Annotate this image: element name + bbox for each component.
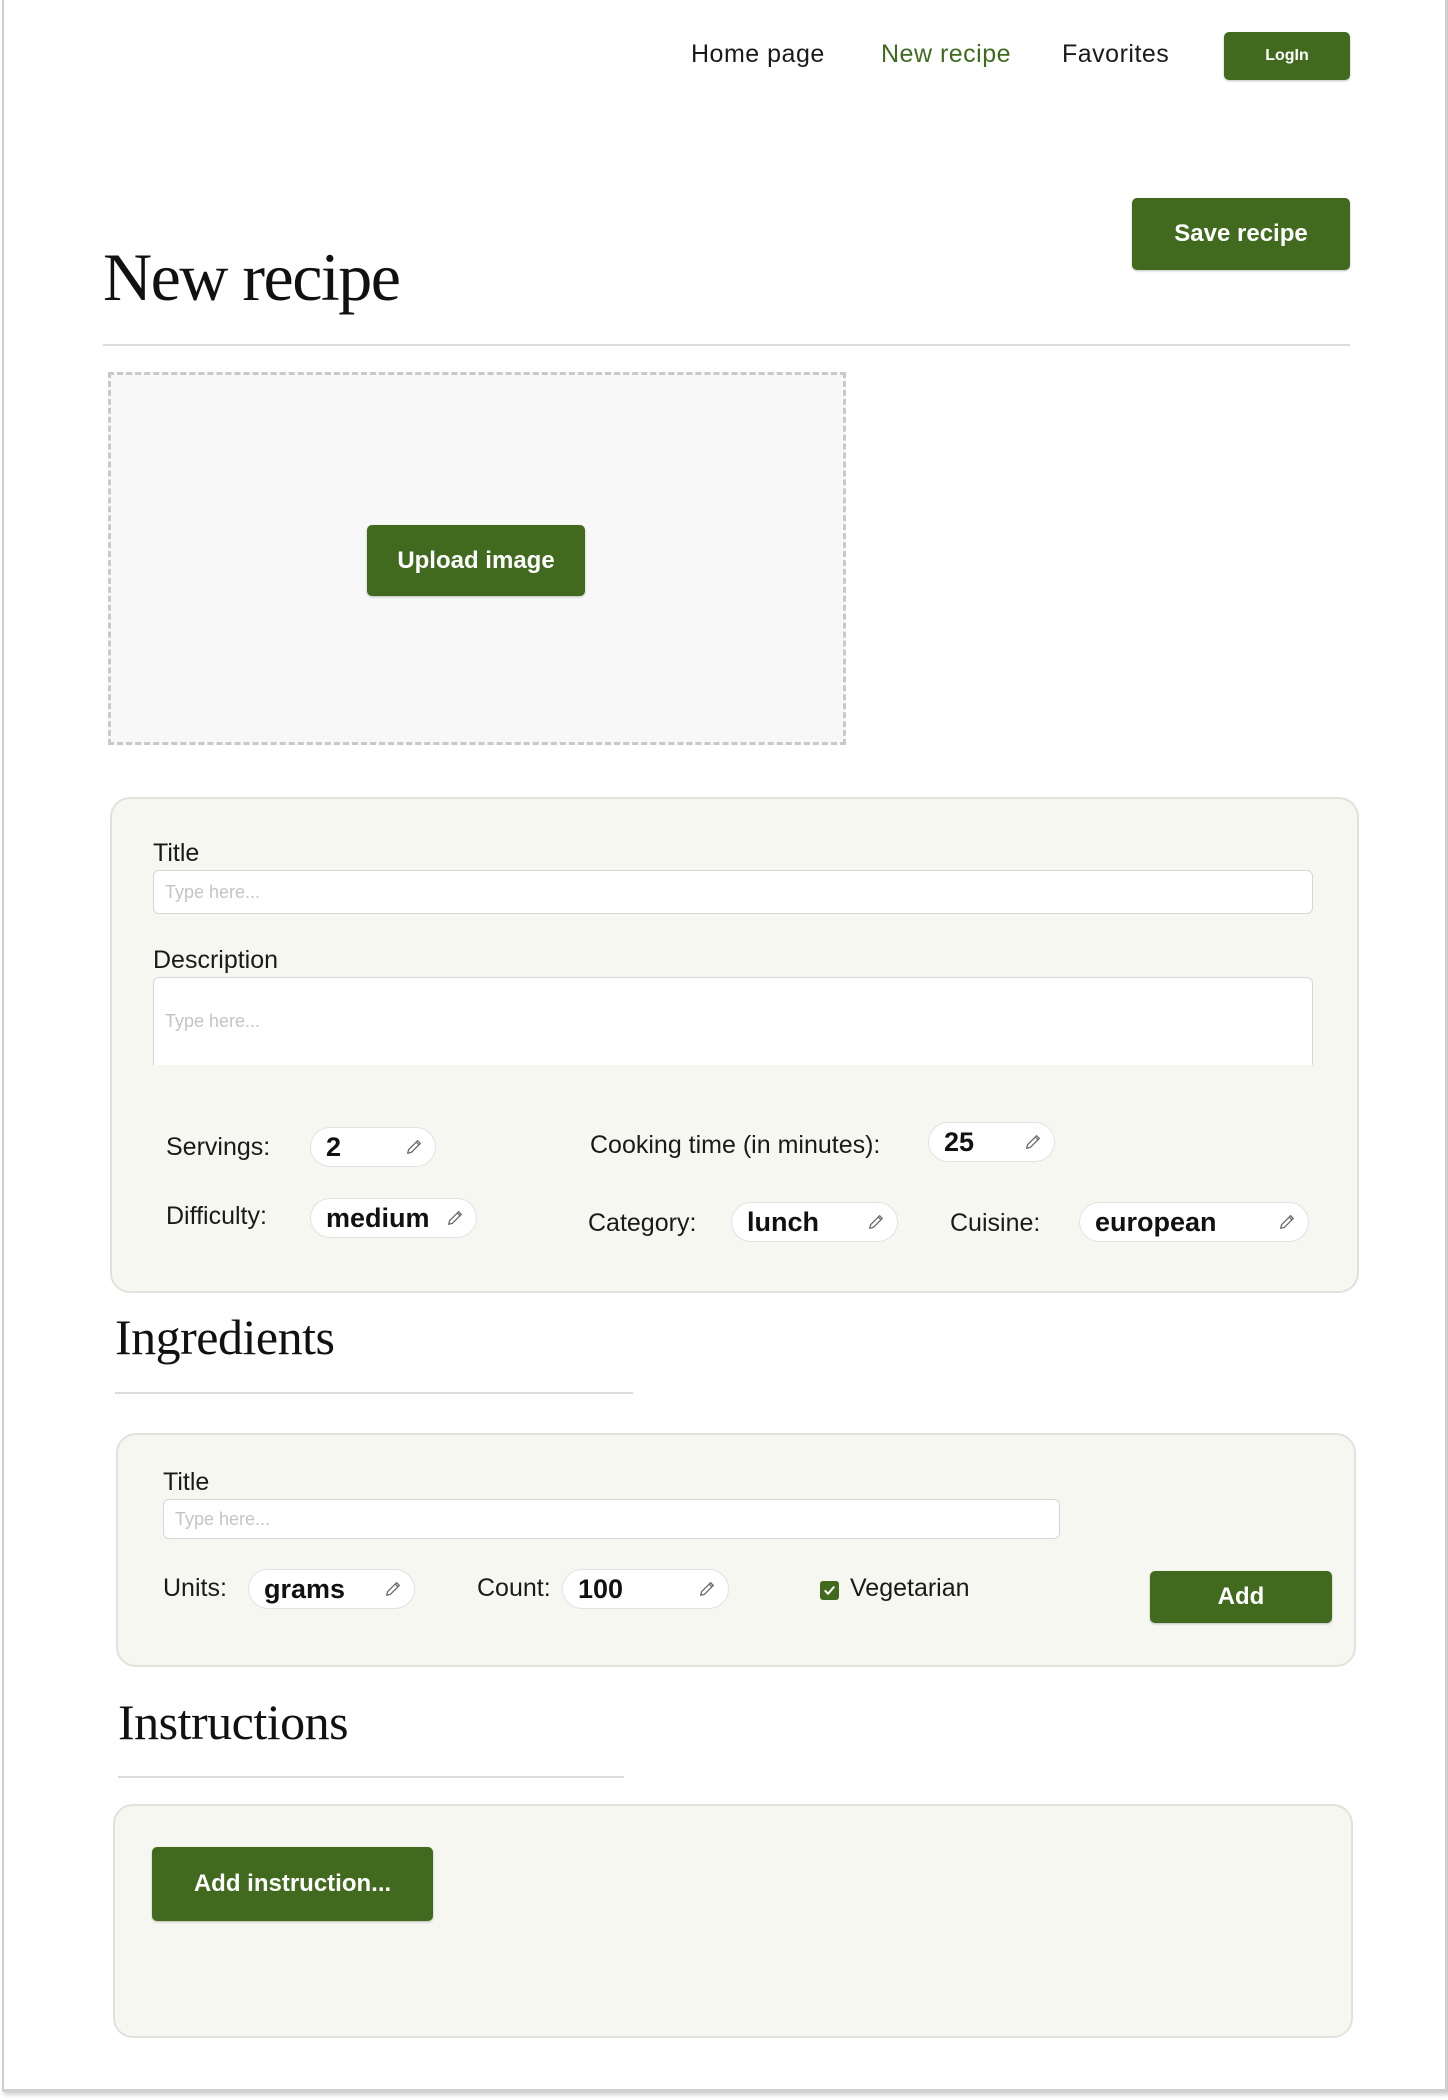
cuisine-label: Cuisine: xyxy=(950,1209,1041,1237)
difficulty-field[interactable]: medium xyxy=(310,1198,477,1238)
nav-favorites-link[interactable]: Favorites xyxy=(1062,40,1169,69)
upload-image-button[interactable]: Upload image xyxy=(367,525,585,596)
vegetarian-checkbox[interactable] xyxy=(820,1581,839,1600)
pencil-icon[interactable] xyxy=(867,1213,885,1231)
nav-home-link[interactable]: Home page xyxy=(691,40,825,69)
pencil-icon[interactable] xyxy=(405,1138,423,1156)
cooking-time-value: 25 xyxy=(944,1126,975,1157)
description-input[interactable]: Type here... xyxy=(153,977,1313,1065)
units-label: Units: xyxy=(163,1574,227,1602)
servings-value: 2 xyxy=(326,1131,342,1162)
units-value: grams xyxy=(264,1573,346,1604)
nav-new-recipe-link[interactable]: New recipe xyxy=(881,40,1011,69)
count-value: 100 xyxy=(578,1573,624,1604)
units-field[interactable]: grams xyxy=(248,1569,415,1609)
title-input[interactable]: Type here... xyxy=(153,870,1313,914)
ingredient-panel: Title Type here... Units: grams Count: 1… xyxy=(116,1433,1356,1667)
ingredient-title-label: Title xyxy=(163,1468,210,1496)
vegetarian-label: Vegetarian xyxy=(850,1574,970,1602)
pencil-icon[interactable] xyxy=(1024,1133,1042,1151)
ingredients-heading: Ingredients xyxy=(115,1309,335,1365)
servings-field[interactable]: 2 xyxy=(310,1127,436,1167)
title-label: Title xyxy=(153,839,200,867)
difficulty-label: Difficulty: xyxy=(166,1202,267,1230)
category-value: lunch xyxy=(747,1206,819,1237)
login-button[interactable]: LogIn xyxy=(1224,32,1350,80)
title-divider xyxy=(103,344,1350,346)
ingredient-title-input[interactable]: Type here... xyxy=(163,1499,1060,1539)
category-field[interactable]: lunch xyxy=(731,1202,898,1242)
image-upload-area[interactable]: Upload image xyxy=(108,372,846,745)
checkmark-icon xyxy=(824,1586,835,1595)
cuisine-field[interactable]: european xyxy=(1079,1202,1309,1242)
count-label: Count: xyxy=(477,1574,551,1602)
add-ingredient-button[interactable]: Add xyxy=(1150,1571,1332,1623)
instructions-heading: Instructions xyxy=(118,1694,349,1750)
page-frame: Home page New recipe Favorites LogIn Sav… xyxy=(2,0,1448,2092)
count-field[interactable]: 100 xyxy=(562,1569,729,1609)
cuisine-value: european xyxy=(1095,1206,1217,1237)
save-recipe-button[interactable]: Save recipe xyxy=(1132,198,1350,270)
description-label: Description xyxy=(153,946,279,974)
pencil-icon[interactable] xyxy=(698,1580,716,1598)
pencil-icon[interactable] xyxy=(446,1209,464,1227)
instructions-panel: Add instruction... xyxy=(113,1804,1353,2038)
category-label: Category: xyxy=(588,1209,697,1237)
difficulty-value: medium xyxy=(326,1202,430,1233)
pencil-icon[interactable] xyxy=(1278,1213,1296,1231)
pencil-icon[interactable] xyxy=(384,1580,402,1598)
cooking-time-field[interactable]: 25 xyxy=(928,1122,1055,1162)
recipe-details-panel: Title Type here... Description Type here… xyxy=(110,797,1359,1293)
add-instruction-button[interactable]: Add instruction... xyxy=(152,1847,433,1921)
servings-label: Servings: xyxy=(166,1133,271,1161)
instructions-divider xyxy=(118,1776,624,1778)
cooking-time-label: Cooking time (in minutes): xyxy=(590,1131,881,1159)
page-title: New recipe xyxy=(103,239,401,315)
ingredients-divider xyxy=(115,1392,633,1394)
